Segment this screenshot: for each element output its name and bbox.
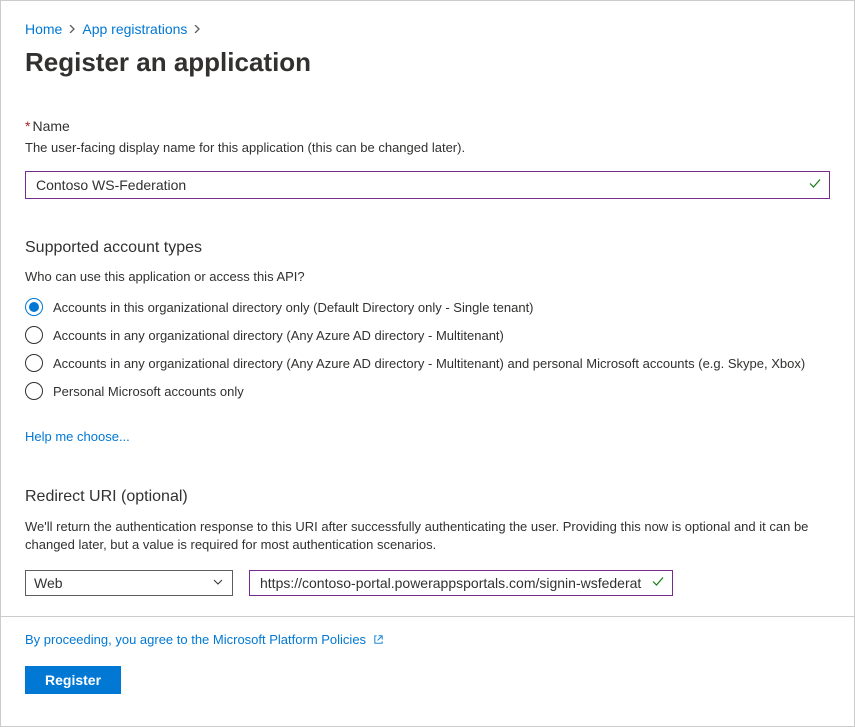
radio-icon	[25, 354, 43, 372]
radio-label: Personal Microsoft accounts only	[53, 384, 244, 399]
breadcrumb-home-link[interactable]: Home	[25, 21, 62, 37]
page-title: Register an application	[25, 47, 830, 78]
radio-label: Accounts in any organizational directory…	[53, 328, 504, 343]
radio-option-single-tenant[interactable]: Accounts in this organizational director…	[25, 298, 830, 316]
radio-icon	[25, 382, 43, 400]
breadcrumb-app-registrations-link[interactable]: App registrations	[82, 21, 187, 37]
redirect-uri-title: Redirect URI (optional)	[25, 488, 830, 506]
redirect-uri-help-text: We'll return the authentication response…	[25, 518, 830, 554]
radio-option-multitenant[interactable]: Accounts in any organizational directory…	[25, 326, 830, 344]
platform-select-value: Web	[34, 575, 212, 591]
radio-icon	[25, 326, 43, 344]
required-star-icon: *	[25, 118, 30, 134]
name-input[interactable]	[25, 171, 830, 199]
external-link-icon	[373, 633, 384, 648]
chevron-right-icon	[68, 22, 76, 36]
chevron-down-icon	[212, 575, 224, 591]
help-me-choose-link[interactable]: Help me choose...	[25, 429, 130, 444]
breadcrumb: Home App registrations	[25, 21, 830, 37]
radio-label: Accounts in any organizational directory…	[53, 356, 805, 371]
name-label: *Name	[25, 118, 830, 134]
register-button[interactable]: Register	[25, 666, 121, 694]
platform-select[interactable]: Web	[25, 570, 233, 596]
radio-option-personal-only[interactable]: Personal Microsoft accounts only	[25, 382, 830, 400]
redirect-uri-input[interactable]	[249, 570, 673, 596]
radio-icon	[25, 298, 43, 316]
divider	[1, 616, 854, 617]
radio-option-multitenant-personal[interactable]: Accounts in any organizational directory…	[25, 354, 830, 372]
account-types-title: Supported account types	[25, 239, 830, 257]
name-help-text: The user-facing display name for this ap…	[25, 140, 830, 155]
chevron-right-icon	[193, 22, 201, 36]
platform-policies-link[interactable]: By proceeding, you agree to the Microsof…	[25, 632, 384, 647]
radio-label: Accounts in this organizational director…	[53, 300, 534, 315]
account-types-question: Who can use this application or access t…	[25, 269, 830, 284]
